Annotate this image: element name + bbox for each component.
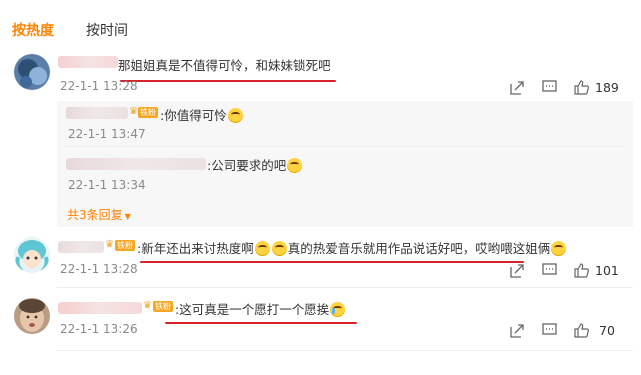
share-icon[interactable]: [508, 321, 526, 339]
comment-text: 那姐姐真是不值得可怜，和妹妹锁死吧: [118, 58, 331, 73]
like-icon[interactable]: [572, 261, 590, 279]
comment-text: :这可真是一个愿打一个愿挨: [175, 299, 346, 318]
username-redacted[interactable]: [58, 241, 104, 253]
reply-time: 22-1-1 13:47: [68, 127, 146, 141]
chevron-down-icon: ▼: [124, 212, 131, 221]
comment-icon[interactable]: [540, 78, 558, 96]
like-icon[interactable]: [572, 321, 590, 339]
username-redacted[interactable]: [58, 302, 142, 314]
comment-text: :新年还出来讨热度啊 真的热爱音乐就用作品说话好吧，哎哟喂这姐俩: [137, 238, 567, 257]
avatar[interactable]: [14, 54, 50, 90]
tab-time[interactable]: 按时间: [86, 20, 128, 40]
emoji-icon: [254, 241, 270, 256]
reply-text: :公司要求的吧: [207, 155, 303, 174]
emoji-icon: [551, 241, 567, 256]
comment-icon[interactable]: [540, 321, 558, 339]
comment-divider: [57, 350, 633, 351]
comment-time: 22-1-1 13:28: [60, 79, 138, 93]
more-replies-link[interactable]: 共3条回复 ▼: [67, 206, 131, 223]
avatar-image: [14, 54, 50, 90]
crown-icon: ♛: [143, 300, 152, 311]
reply-text: :你值得可怜: [160, 105, 244, 124]
emoji-icon: [227, 108, 243, 123]
emoji-icon: [287, 158, 303, 173]
crown-icon: ♛: [105, 239, 114, 250]
emoji-icon: [271, 241, 287, 256]
avatar-image: [14, 298, 50, 334]
crown-icon: ♛: [129, 106, 138, 117]
share-icon[interactable]: [508, 261, 526, 279]
tab-hot[interactable]: 按热度: [12, 20, 54, 40]
reply-divider: [66, 146, 626, 147]
comment-time: 22-1-1 13:26: [60, 322, 138, 336]
comment-underline: [140, 261, 524, 263]
avatar[interactable]: [14, 298, 50, 334]
username-redacted[interactable]: [66, 158, 206, 170]
avatar-image: [14, 237, 50, 273]
emoji-icon: [330, 302, 346, 317]
like-count: 189: [595, 80, 619, 95]
username-redacted[interactable]: [58, 56, 118, 68]
avatar[interactable]: [14, 237, 50, 273]
fan-badge-icon: 铁粉: [138, 107, 158, 118]
reply-time: 22-1-1 13:34: [68, 178, 146, 192]
comment-divider: [57, 287, 633, 288]
fan-badge-icon: 铁粉: [115, 240, 135, 251]
comment-underline: [120, 80, 336, 82]
username-redacted[interactable]: [66, 107, 128, 119]
fan-badge-icon: 铁粉: [153, 301, 173, 312]
comment-time: 22-1-1 13:28: [60, 262, 138, 276]
like-count: 101: [595, 263, 619, 278]
share-icon[interactable]: [508, 78, 526, 96]
comment-underline: [165, 322, 357, 324]
comment-icon[interactable]: [540, 261, 558, 279]
like-count: 70: [599, 323, 615, 338]
like-icon[interactable]: [572, 78, 590, 96]
